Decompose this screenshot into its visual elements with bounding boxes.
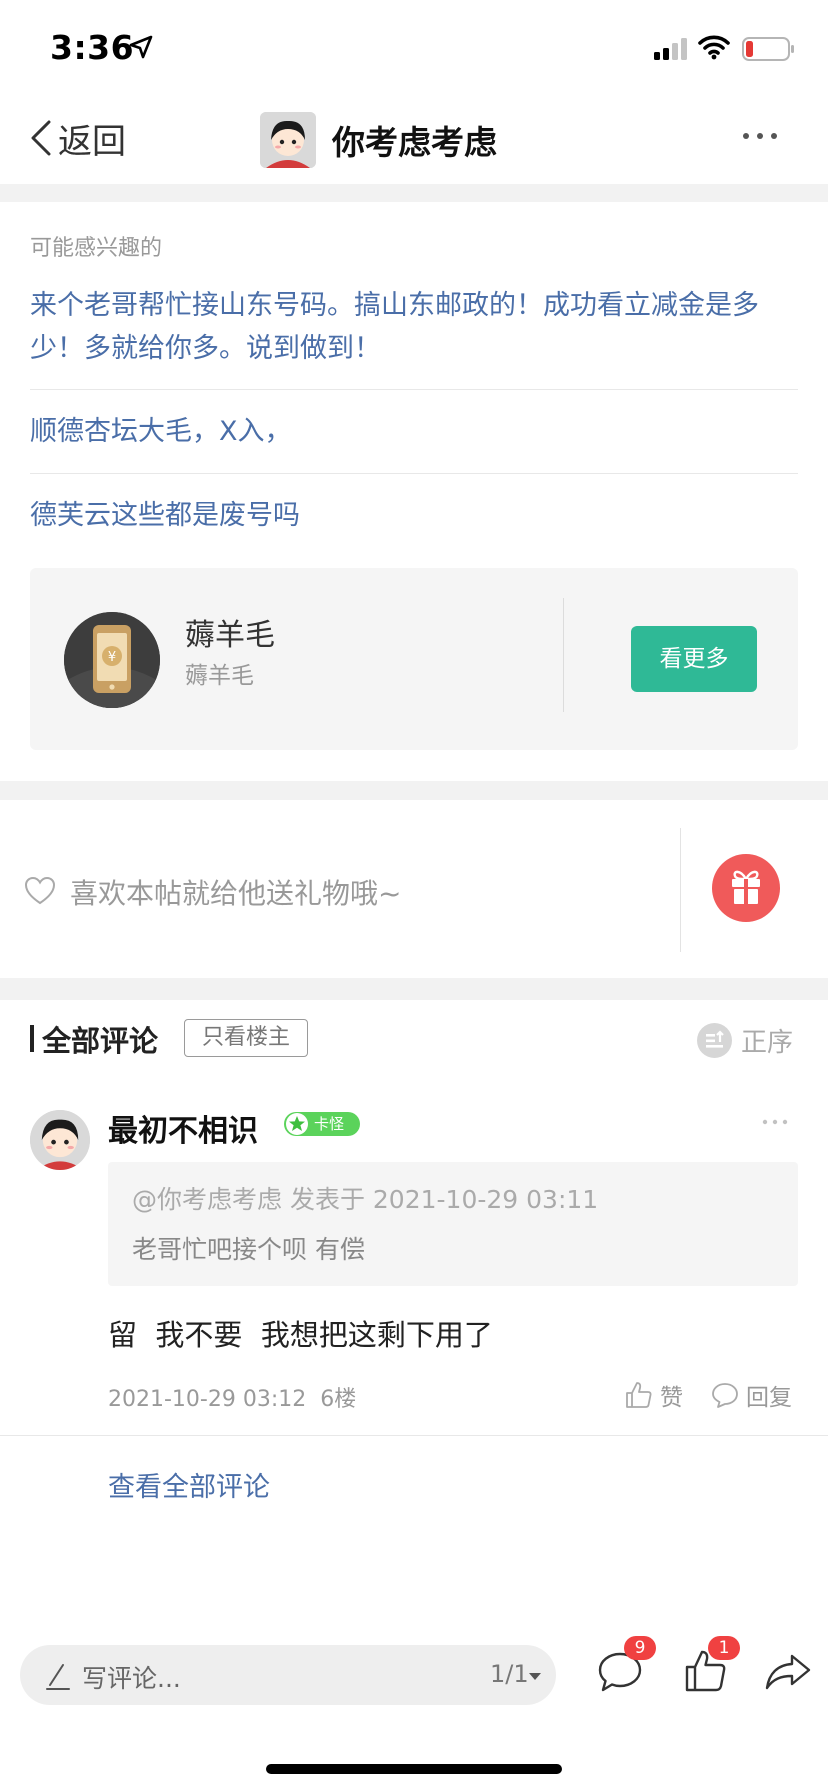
divider bbox=[563, 598, 564, 712]
commenter-avatar[interactable] bbox=[30, 1110, 90, 1170]
quoted-post-text: 老哥忙吧接个呗 有偿 bbox=[132, 1235, 365, 1264]
comment-meta: 2021-10-29 03:12 6楼 bbox=[108, 1387, 357, 1412]
send-gift-button[interactable] bbox=[712, 854, 780, 922]
back-button[interactable]: 返回 bbox=[28, 112, 126, 164]
write-comment-placeholder: 写评论... bbox=[82, 1664, 181, 1693]
like-comment-button[interactable]: 赞 bbox=[624, 1378, 683, 1412]
chat-bubble-icon bbox=[712, 1383, 738, 1408]
section-separator bbox=[0, 184, 828, 202]
nav-bar: 返回 你考虑考虑 bbox=[0, 96, 828, 184]
quoted-post-meta: @你考虑考虑 发表于 2021-10-29 03:11 bbox=[132, 1185, 599, 1214]
section-separator bbox=[0, 978, 828, 1000]
share-icon[interactable] bbox=[764, 1652, 812, 1692]
cellular-signal-icon bbox=[654, 38, 687, 60]
forum-name: 薅羊毛 bbox=[185, 618, 275, 653]
level-badge: 卡怪 bbox=[284, 1112, 360, 1136]
battery-icon bbox=[742, 37, 794, 61]
level-badge-text: 卡怪 bbox=[314, 1115, 345, 1133]
thumbs-up-icon bbox=[626, 1382, 652, 1408]
chevron-left-icon bbox=[31, 120, 51, 156]
divider bbox=[0, 1435, 828, 1436]
page-title: 你考虑考虑 bbox=[332, 123, 497, 162]
pen-icon bbox=[46, 1664, 70, 1690]
comment-body: 留 我不要 我想把这剩下用了 bbox=[108, 1318, 493, 1352]
divider bbox=[680, 828, 681, 952]
back-label: 返回 bbox=[58, 121, 126, 162]
status-time: 3:36 bbox=[50, 28, 135, 67]
comment-more-icon[interactable] bbox=[762, 1118, 788, 1126]
gift-row: 喜欢本帖就给他送礼物哦~ bbox=[0, 800, 828, 978]
view-all-comments-link[interactable]: 查看全部评论 bbox=[108, 1465, 270, 1504]
divider bbox=[30, 389, 798, 390]
comment-count-badge: 9 bbox=[624, 1636, 656, 1660]
author-avatar[interactable] bbox=[260, 112, 316, 168]
divider bbox=[30, 473, 798, 474]
star-icon bbox=[286, 1113, 308, 1135]
section-separator bbox=[0, 781, 828, 800]
like-label: 赞 bbox=[660, 1385, 683, 1411]
section-marker bbox=[30, 1025, 34, 1052]
more-options-icon[interactable] bbox=[740, 126, 780, 146]
reply-comment-button[interactable]: 回复 bbox=[710, 1378, 792, 1412]
like-count-badge: 1 bbox=[708, 1636, 740, 1660]
svg-text:¥: ¥ bbox=[108, 650, 116, 665]
heart-icon bbox=[24, 876, 56, 905]
see-more-button[interactable]: 看更多 bbox=[631, 626, 757, 692]
comments-title: 全部评论 bbox=[42, 1024, 159, 1058]
status-bar: 3:36 bbox=[0, 0, 828, 96]
forum-card[interactable]: ¥ 薅羊毛 薅羊毛 看更多 bbox=[30, 568, 798, 750]
sort-order-icon[interactable] bbox=[697, 1023, 732, 1058]
recommended-post-link[interactable]: 来个老哥帮忙接山东号码。搞山东邮政的！成功看立减金是多少！多就给你多。说到做到！ bbox=[30, 284, 800, 370]
recommended-post-link[interactable]: 顺德杏坛大毛，X入， bbox=[30, 410, 800, 453]
caret-down-icon bbox=[529, 1673, 541, 1680]
write-comment-input[interactable]: 写评论... 1/1 bbox=[20, 1645, 556, 1705]
page-indicator[interactable]: 1/1 bbox=[490, 1660, 529, 1688]
op-only-button[interactable]: 只看楼主 bbox=[184, 1019, 308, 1057]
home-indicator bbox=[266, 1764, 562, 1774]
gift-prompt: 喜欢本帖就给他送礼物哦~ bbox=[70, 877, 402, 910]
sort-order-label[interactable]: 正序 bbox=[741, 1022, 793, 1059]
reply-label: 回复 bbox=[746, 1385, 792, 1411]
recommended-post-link[interactable]: 德芙云这些都是废号吗 bbox=[30, 494, 800, 537]
commenter-name[interactable]: 最初不相识 bbox=[108, 1106, 258, 1150]
forum-icon: ¥ bbox=[64, 612, 160, 708]
wifi-icon bbox=[698, 35, 730, 60]
location-arrow-icon bbox=[129, 35, 153, 59]
forum-subtitle: 薅羊毛 bbox=[185, 663, 254, 689]
gift-icon bbox=[732, 870, 760, 904]
quoted-post[interactable]: @你考虑考虑 发表于 2021-10-29 03:11 老哥忙吧接个呗 有偿 bbox=[108, 1162, 798, 1286]
recommended-heading: 可能感兴趣的 bbox=[30, 236, 163, 261]
